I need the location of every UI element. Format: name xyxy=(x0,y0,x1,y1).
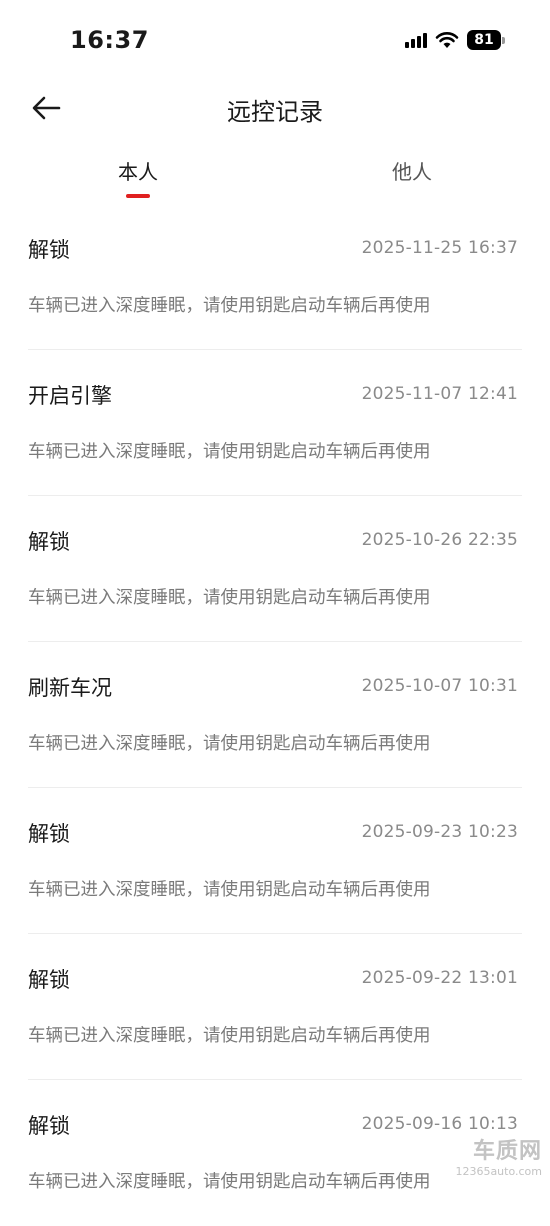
record-time: 2025-10-26 22:35 xyxy=(362,530,518,550)
watermark-logo: 车质网 xyxy=(455,1133,542,1165)
record-message: 车辆已进入深度睡眠，请使用钥匙启动车辆后再使用 xyxy=(28,1168,431,1193)
record-time: 2025-09-22 13:01 xyxy=(362,968,518,988)
record-message: 车辆已进入深度睡眠，请使用钥匙启动车辆后再使用 xyxy=(28,438,431,463)
battery-icon: 81 xyxy=(467,30,505,50)
record-time: 2025-09-23 10:23 xyxy=(362,822,518,842)
watermark-url: 12365auto.com xyxy=(455,1165,542,1178)
navigation-bar: 远控记录 xyxy=(0,80,550,136)
record-message: 车辆已进入深度睡眠，请使用钥匙启动车辆后再使用 xyxy=(28,876,431,901)
tab-bar: 本人 他人 xyxy=(0,150,550,200)
record-message: 车辆已进入深度睡眠，请使用钥匙启动车辆后再使用 xyxy=(28,1022,431,1047)
list-item[interactable]: 解锁 2025-09-23 10:23 车辆已进入深度睡眠，请使用钥匙启动车辆后… xyxy=(28,788,522,934)
page-title: 远控记录 xyxy=(0,92,550,127)
tab-others[interactable]: 他人 xyxy=(352,156,472,185)
record-action: 开启引擎 xyxy=(28,380,112,410)
list-item[interactable]: 开启引擎 2025-11-07 12:41 车辆已进入深度睡眠，请使用钥匙启动车… xyxy=(28,350,522,496)
record-action: 解锁 xyxy=(28,526,70,556)
record-message: 车辆已进入深度睡眠，请使用钥匙启动车辆后再使用 xyxy=(28,292,431,317)
list-item[interactable]: 解锁 2025-09-16 10:13 车辆已进入深度睡眠，请使用钥匙启动车辆后… xyxy=(28,1080,522,1226)
record-time: 2025-11-07 12:41 xyxy=(362,384,518,404)
record-message: 车辆已进入深度睡眠，请使用钥匙启动车辆后再使用 xyxy=(28,730,431,755)
battery-level: 81 xyxy=(467,30,501,50)
status-time: 16:37 xyxy=(70,26,149,54)
watermark: 车质网 12365auto.com xyxy=(455,1133,542,1178)
list-item[interactable]: 解锁 2025-10-26 22:35 车辆已进入深度睡眠，请使用钥匙启动车辆后… xyxy=(28,496,522,642)
tab-self[interactable]: 本人 xyxy=(78,156,198,185)
status-icons: 81 xyxy=(405,30,505,50)
active-tab-indicator xyxy=(126,194,150,198)
record-time: 2025-10-07 10:31 xyxy=(362,676,518,696)
record-time: 2025-11-25 16:37 xyxy=(362,238,518,258)
record-action: 刷新车况 xyxy=(28,672,112,702)
status-bar: 16:37 81 xyxy=(0,0,550,80)
record-action: 解锁 xyxy=(28,964,70,994)
record-action: 解锁 xyxy=(28,818,70,848)
list-item[interactable]: 解锁 2025-09-22 13:01 车辆已进入深度睡眠，请使用钥匙启动车辆后… xyxy=(28,934,522,1080)
record-message: 车辆已进入深度睡眠，请使用钥匙启动车辆后再使用 xyxy=(28,584,431,609)
list-item[interactable]: 解锁 2025-11-25 16:37 车辆已进入深度睡眠，请使用钥匙启动车辆后… xyxy=(28,204,522,350)
record-list: 解锁 2025-11-25 16:37 车辆已进入深度睡眠，请使用钥匙启动车辆后… xyxy=(28,204,522,1226)
cellular-signal-icon xyxy=(405,32,427,48)
record-action: 解锁 xyxy=(28,1110,70,1140)
record-time: 2025-09-16 10:13 xyxy=(362,1114,518,1134)
wifi-icon xyxy=(435,31,459,49)
list-item[interactable]: 刷新车况 2025-10-07 10:31 车辆已进入深度睡眠，请使用钥匙启动车… xyxy=(28,642,522,788)
record-action: 解锁 xyxy=(28,234,70,264)
